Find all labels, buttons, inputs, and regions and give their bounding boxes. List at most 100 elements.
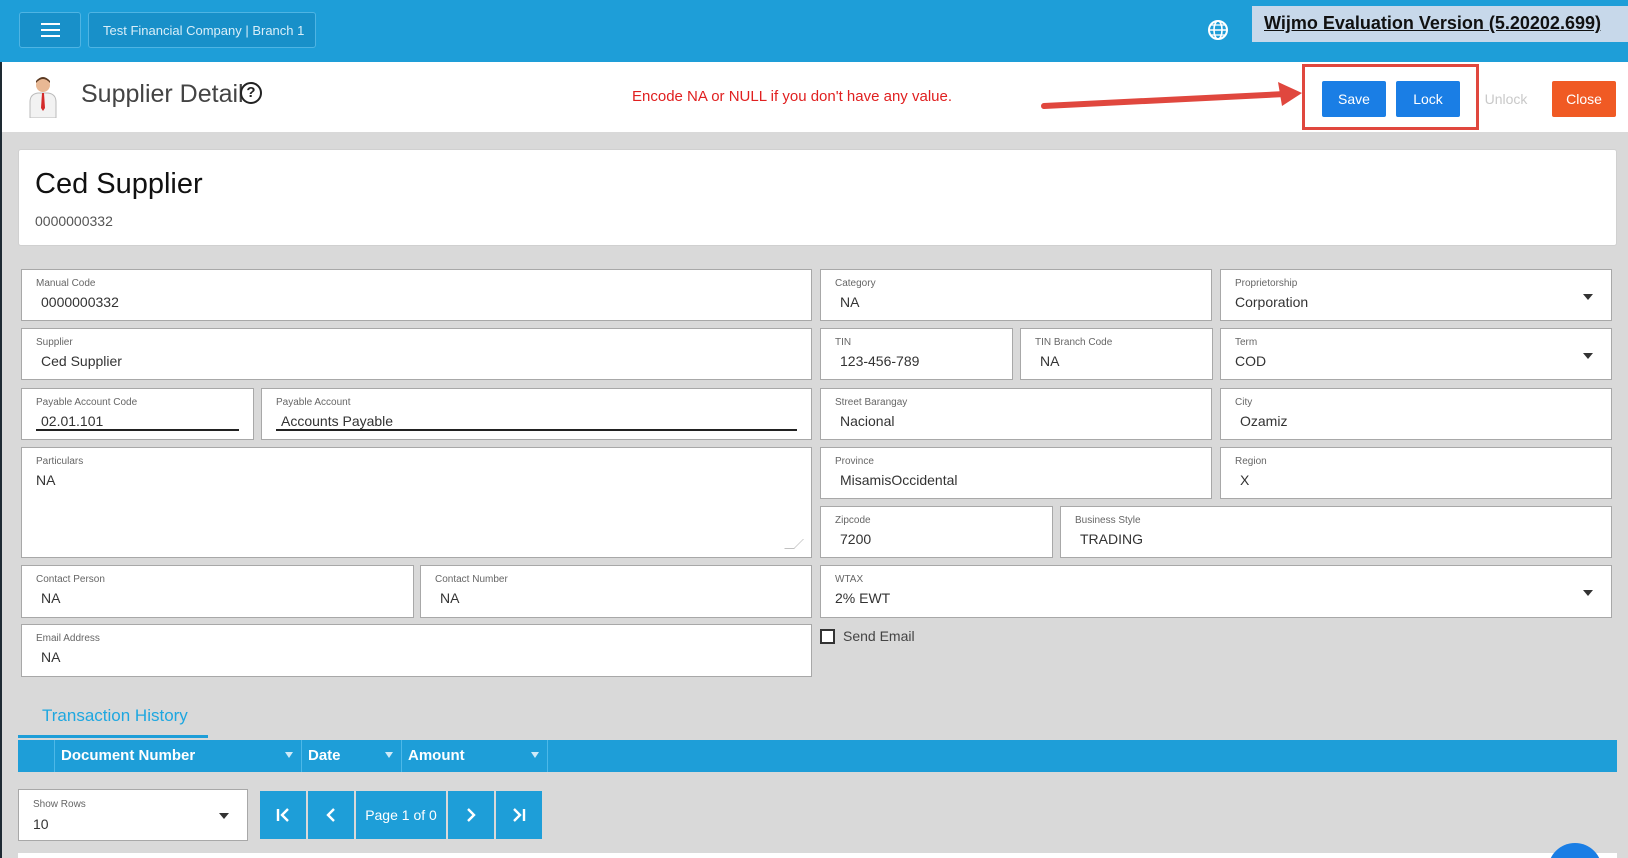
chevron-left-icon <box>326 808 335 822</box>
chevron-down-icon[interactable] <box>1583 294 1593 300</box>
top-bar: Test Financial Company | Branch 1 Wijmo … <box>0 0 1628 62</box>
show-rows-select[interactable]: Show Rows 10 <box>18 789 248 841</box>
email-address-field[interactable]: Email Address NA <box>21 624 812 677</box>
column-amount[interactable]: Amount <box>402 740 548 772</box>
field-label: Region <box>1235 456 1267 467</box>
category-field[interactable]: Category NA <box>820 269 1212 321</box>
menu-line <box>40 23 60 25</box>
column-date[interactable]: Date <box>302 740 402 772</box>
contact-number-field[interactable]: Contact Number NA <box>420 565 812 618</box>
row-header-column <box>18 740 55 772</box>
pagination-controls: Page 1 of 0 <box>260 791 542 839</box>
province-input[interactable]: MisamisOccidental <box>840 472 957 488</box>
save-button[interactable]: Save <box>1322 81 1386 117</box>
province-field[interactable]: Province MisamisOccidental <box>820 447 1212 499</box>
chevron-down-icon[interactable] <box>1583 353 1593 359</box>
manual-code-field[interactable]: Manual Code 0000000332 <box>21 269 812 321</box>
encode-notice-text: Encode NA or NULL if you don't have any … <box>632 88 953 105</box>
column-header-label: Date <box>308 747 341 764</box>
floating-action-button[interactable] <box>1548 843 1602 858</box>
column-document-number[interactable]: Document Number <box>55 740 302 772</box>
chevron-down-icon[interactable] <box>219 813 229 819</box>
page-title: Supplier Detail <box>81 80 244 108</box>
field-label: TIN <box>835 337 852 348</box>
city-field[interactable]: City Ozamiz <box>1220 388 1612 440</box>
term-select[interactable]: Term COD <box>1220 328 1612 380</box>
chevron-down-icon[interactable] <box>1583 590 1593 596</box>
field-label: Province <box>835 456 874 467</box>
field-label: Show Rows <box>33 799 86 810</box>
category-input[interactable]: NA <box>840 294 859 310</box>
tin-branch-code-input[interactable]: NA <box>1040 353 1059 369</box>
tin-input[interactable]: 123-456-789 <box>840 353 919 369</box>
field-label: Payable Account Code <box>36 397 138 408</box>
field-label: Particulars <box>36 456 84 467</box>
company-branch-selector[interactable]: Test Financial Company | Branch 1 <box>88 12 316 48</box>
field-label: Category <box>835 278 876 289</box>
first-page-button[interactable] <box>260 791 306 839</box>
wijmo-evaluation-banner[interactable]: Wijmo Evaluation Version (5.20202.699) <box>1252 6 1628 42</box>
tin-branch-code-field[interactable]: TIN Branch Code NA <box>1020 328 1213 380</box>
hamburger-menu-button[interactable] <box>19 12 81 48</box>
tab-transaction-history[interactable]: Transaction History <box>18 698 208 738</box>
send-email-option[interactable]: Send Email <box>820 628 915 644</box>
street-barangay-input[interactable]: Nacional <box>840 413 894 429</box>
payable-account-code-input[interactable]: 02.01.101 <box>41 413 103 429</box>
globe-icon[interactable] <box>1206 18 1230 42</box>
field-label: WTAX <box>835 574 864 585</box>
wtax-select[interactable]: WTAX 2% EWT <box>820 565 1612 618</box>
supplier-summary-card: Ced Supplier 0000000332 <box>18 149 1617 246</box>
field-label: Contact Person <box>36 574 105 585</box>
filter-icon[interactable] <box>385 752 393 758</box>
input-underline <box>36 429 239 431</box>
chevron-right-icon <box>467 808 476 822</box>
email-address-input[interactable]: NA <box>41 649 60 665</box>
zipcode-input[interactable]: 7200 <box>840 531 871 547</box>
page-indicator: Page 1 of 0 <box>356 791 446 839</box>
menu-line <box>40 35 60 37</box>
contact-person-field[interactable]: Contact Person NA <box>21 565 414 618</box>
previous-page-button[interactable] <box>308 791 354 839</box>
street-barangay-field[interactable]: Street Barangay Nacional <box>820 388 1212 440</box>
field-label: Business Style <box>1075 515 1141 526</box>
resize-handle-icon[interactable] <box>784 539 804 549</box>
city-input[interactable]: Ozamiz <box>1240 413 1287 429</box>
tab-label: Transaction History <box>42 706 188 725</box>
proprietorship-select[interactable]: Proprietorship Corporation <box>1220 269 1612 321</box>
tin-field[interactable]: TIN 123-456-789 <box>820 328 1013 380</box>
last-page-button[interactable] <box>496 791 542 839</box>
zipcode-field[interactable]: Zipcode 7200 <box>820 506 1053 558</box>
transaction-grid-header: Document Number Date Amount <box>18 740 1617 772</box>
payable-account-code-field[interactable]: Payable Account Code 02.01.101 <box>21 388 254 440</box>
particulars-value[interactable]: NA <box>36 472 55 488</box>
region-field[interactable]: Region X <box>1220 447 1612 499</box>
contact-person-input[interactable]: NA <box>41 590 60 606</box>
show-rows-value: 10 <box>33 816 49 832</box>
send-email-checkbox[interactable] <box>820 628 835 644</box>
input-underline <box>276 429 797 431</box>
payable-account-field[interactable]: Payable Account Accounts Payable <box>261 388 812 440</box>
term-value: COD <box>1235 353 1267 369</box>
particulars-textarea[interactable]: Particulars NA <box>21 447 812 558</box>
filter-icon[interactable] <box>285 752 293 758</box>
field-label: Proprietorship <box>1235 278 1298 289</box>
unlock-button[interactable]: Unlock <box>1476 81 1536 117</box>
field-label: Manual Code <box>36 278 96 289</box>
lock-button[interactable]: Lock <box>1396 81 1460 117</box>
payable-account-input[interactable]: Accounts Payable <box>281 413 393 429</box>
business-style-field[interactable]: Business Style TRADING <box>1060 506 1612 558</box>
help-icon[interactable]: ? <box>240 82 262 104</box>
supplier-avatar-icon <box>29 77 57 118</box>
contact-number-input[interactable]: NA <box>440 590 459 606</box>
filter-icon[interactable] <box>531 752 539 758</box>
field-label: TIN Branch Code <box>1035 337 1113 348</box>
field-label: Contact Number <box>435 574 508 585</box>
next-page-button[interactable] <box>448 791 494 839</box>
region-input[interactable]: X <box>1240 472 1249 488</box>
menu-line <box>40 29 60 31</box>
supplier-field[interactable]: Supplier Ced Supplier <box>21 328 812 380</box>
manual-code-input[interactable]: 0000000332 <box>41 294 119 310</box>
supplier-input[interactable]: Ced Supplier <box>41 353 122 369</box>
business-style-input[interactable]: TRADING <box>1080 531 1143 547</box>
close-button[interactable]: Close <box>1552 81 1616 117</box>
